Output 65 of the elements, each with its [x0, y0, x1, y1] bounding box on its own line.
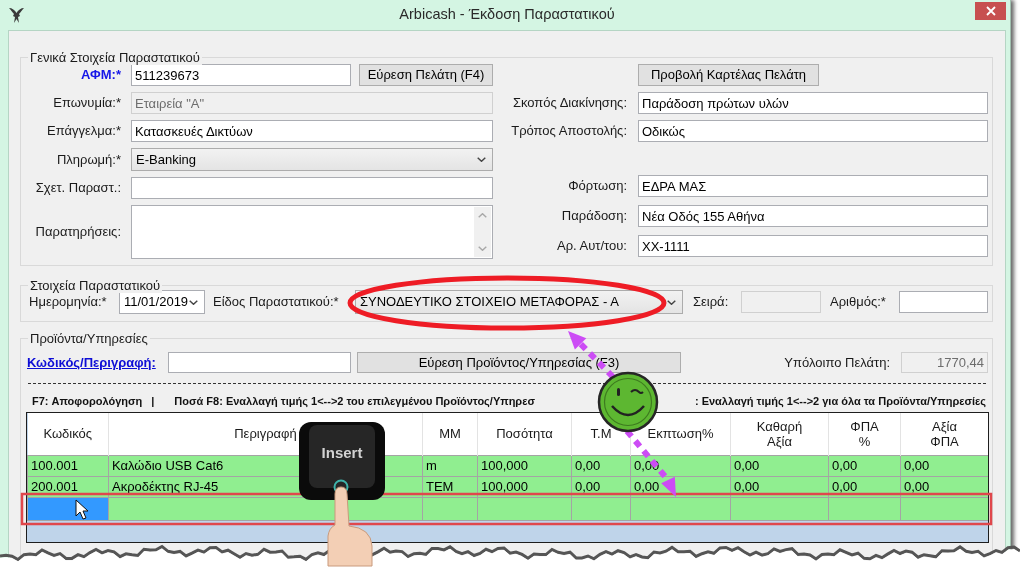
- text-field[interactable]: 511239673: [131, 64, 351, 86]
- field-label: ΑΦΜ:*: [80, 67, 121, 83]
- field-label: Αρ. Αυτ/του:: [556, 238, 627, 254]
- bird-icon: [8, 6, 25, 24]
- column-header: Αξία ΦΠΑ: [900, 413, 988, 455]
- column-header: Κωδικός: [27, 413, 109, 455]
- group-title: Στοιχεία Παραστατικού: [28, 278, 163, 293]
- chevron-up-icon: [478, 213, 487, 218]
- table-cell: 100.001: [27, 455, 109, 476]
- field-label: Ημερομηνία:*: [29, 294, 108, 310]
- vertical-scrollbar[interactable]: [474, 207, 491, 257]
- dropdown-field[interactable]: E-Banking: [131, 148, 493, 171]
- field-label: Είδος Παραστατικού:*: [212, 294, 340, 310]
- text-field[interactable]: [131, 177, 493, 199]
- text-field[interactable]: [899, 291, 988, 313]
- column-header: ΜΜ: [422, 413, 478, 455]
- field-label: Επωνυμία:*: [52, 95, 121, 111]
- column-header: ΦΠΑ %: [828, 413, 901, 455]
- close-button[interactable]: [975, 2, 1006, 20]
- text-field[interactable]: XX-1111: [638, 235, 988, 257]
- field-label: Παράδοση:: [560, 208, 627, 224]
- field-label: Αριθμός:*: [829, 294, 887, 310]
- column-header: Ποσότητα: [477, 413, 572, 455]
- chevron-down-icon: [667, 299, 676, 305]
- customer-card-button[interactable]: Προβολή Καρτέλας Πελάτη: [638, 64, 819, 86]
- field-label: Σκοπός Διακίνησης:: [511, 95, 627, 111]
- table-cell: 0,00: [900, 455, 988, 476]
- mouse-pointer-icon: [75, 499, 89, 520]
- shortcut-text: : Εναλλαγή τιμής 1<-->2 για όλα τα Προϊόντα/Υπηρεσίες: [694, 394, 986, 408]
- chevron-down-icon: [477, 157, 486, 162]
- shortcut-text: F7: Αποφορολόγηση: [32, 394, 143, 408]
- date-field[interactable]: 11/01/2019: [119, 290, 205, 314]
- find-customer-button[interactable]: Εύρεση Πελάτη (F4): [359, 64, 493, 86]
- table-cell: 0,00: [571, 455, 631, 476]
- shortcut-separator: |: [151, 394, 155, 408]
- group-title: Γενικά Στοιχεία Παραστατικού: [28, 50, 202, 65]
- field-label: Παρατηρήσεις:: [34, 224, 121, 240]
- search-field[interactable]: [168, 352, 351, 373]
- table-cell: m: [422, 455, 478, 476]
- text-field[interactable]: ΕΔΡΑ ΜΑΣ: [638, 175, 988, 197]
- field-label: Υπόλοιπο Πελάτη:: [784, 354, 890, 371]
- pointing-finger-icon: [327, 486, 373, 567]
- close-icon: [985, 6, 996, 16]
- field-label: Πληρωμή:*: [55, 151, 121, 168]
- shortcut-text: Ποσά F8: Εναλλαγή τιμής 1<-->2 του επιλεγμένου Προϊόντος/Υπηρεσ: [174, 394, 535, 408]
- code-description-link[interactable]: Κωδικός/Περιγραφή:: [27, 354, 168, 371]
- field-label: Σχετ. Παραστ.:: [34, 180, 121, 196]
- dropdown-field[interactable]: ΣΥΝΟΔΕΥΤΙΚΟ ΣΤΟΙΧΕΙΟ ΜΕΤΑΦΟΡΑΣ - Α: [355, 290, 683, 314]
- window-title: Arbicash - Έκδοση Παραστατικού: [398, 6, 616, 24]
- text-field[interactable]: Νέα Οδός 155 Αθήνα: [638, 205, 988, 227]
- group-title: Προϊόντα/Υπηρεσίες: [28, 331, 150, 346]
- notes-field[interactable]: [131, 205, 493, 259]
- field-label: Επάγγελμα:*: [46, 123, 121, 139]
- table-cell: 0,00: [730, 455, 829, 476]
- field-label: Φόρτωση:: [567, 178, 627, 194]
- table-cell: 0,00: [828, 455, 901, 476]
- field-label: Σειρά:: [692, 294, 730, 310]
- table-cell: 100,000: [477, 455, 572, 476]
- text-field[interactable]: Παράδοση πρώτων υλών: [638, 92, 988, 114]
- chevron-down-icon: [189, 299, 198, 305]
- text-field[interactable]: Κατασκευές Δικτύων: [131, 120, 493, 142]
- text-field[interactable]: Οδικώς: [638, 120, 988, 142]
- chevron-down-icon: [478, 246, 487, 251]
- field-label: Τρόπος Αποστολής:: [510, 123, 627, 139]
- column-header: Καθαρή Αξία: [730, 413, 829, 455]
